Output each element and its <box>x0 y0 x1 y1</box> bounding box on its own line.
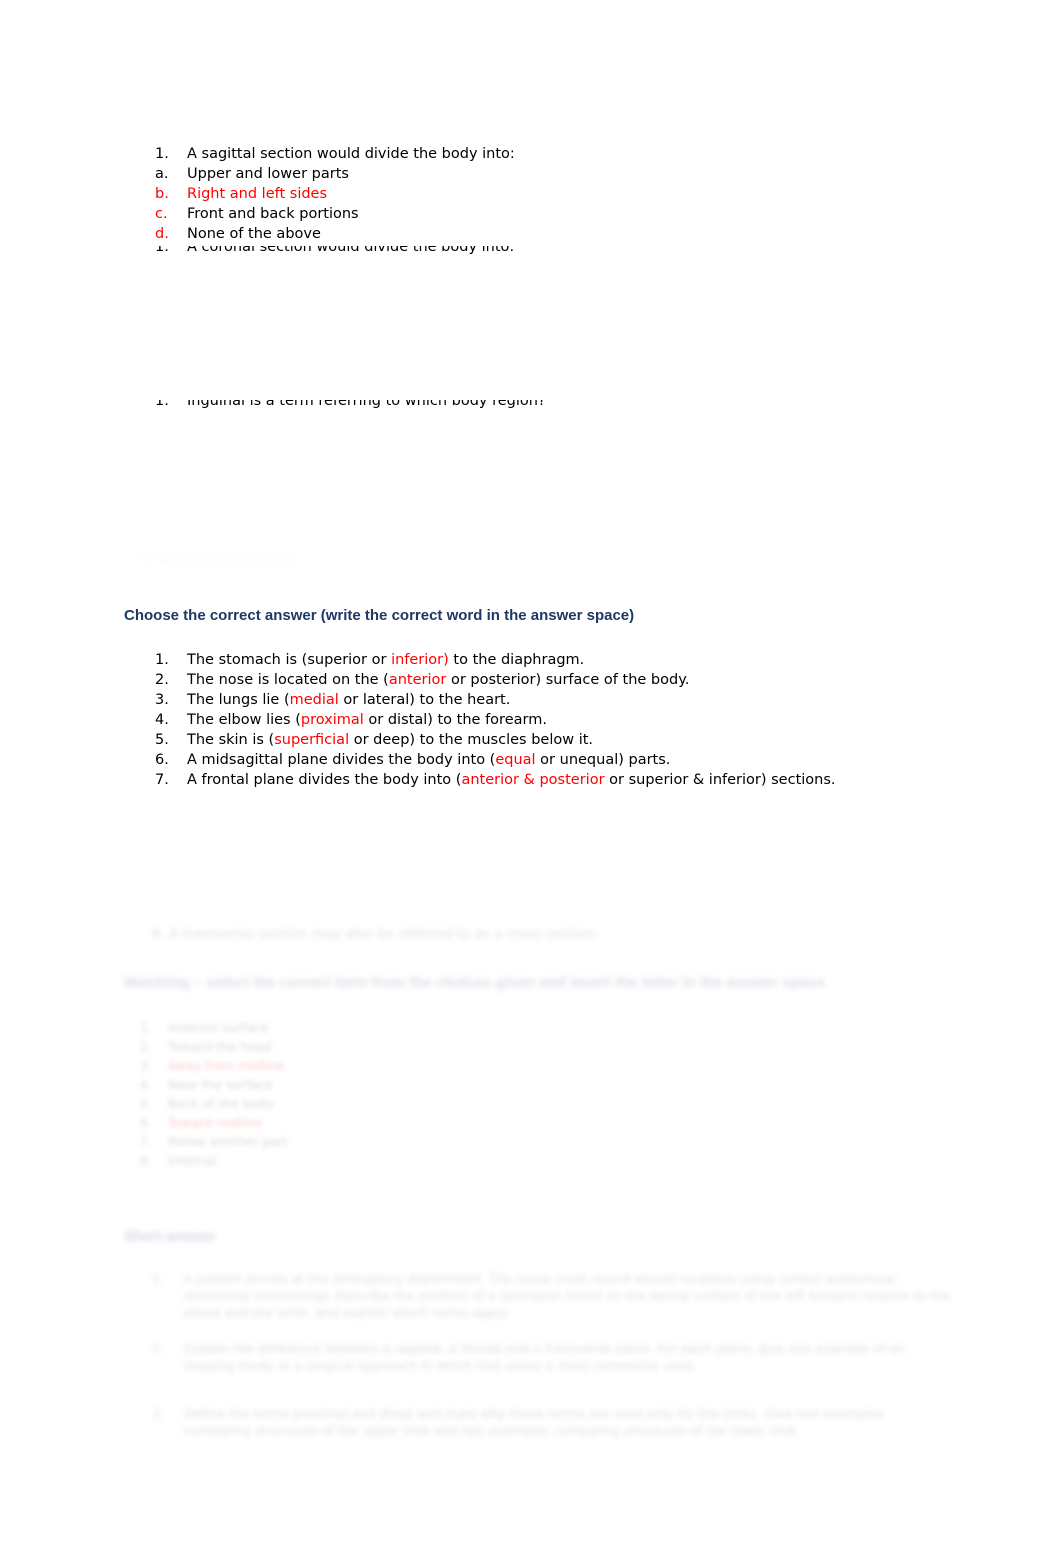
choose-item-2: 2. The nose is located on the (anterior … <box>155 670 689 690</box>
list-marker: 1. <box>155 146 169 162</box>
short-answer-text: Define the terms proximal and distal and… <box>184 1406 884 1438</box>
answer-word: inferior) <box>391 652 449 668</box>
sentence-part: The stomach is (superior or <box>187 652 392 668</box>
list-marker: 8. <box>140 1153 152 1168</box>
short-answer-text: A patient arrives at the emergency depar… <box>184 1271 951 1320</box>
sentence-part: or deep) to the muscles below it. <box>349 732 594 748</box>
sentence-part: or superior & inferior) sections. <box>604 772 836 788</box>
matching-row-8: 8. Internal <box>140 1153 216 1169</box>
answer-word: anterior <box>388 672 447 688</box>
matching-row-1: 1. Anterior surface <box>140 1020 269 1036</box>
option-text: None of the above <box>187 226 321 242</box>
answer-word: equal <box>495 752 536 768</box>
choose-item-6: 6. A midsagittal plane divides the body … <box>155 750 670 770</box>
list-marker: 3. <box>152 1406 164 1421</box>
matching-label: Anterior surface <box>168 1020 269 1035</box>
matching-row-7: 7. Below another part <box>140 1134 288 1150</box>
short-answer-item-3: 3. Define the terms proximal and distal … <box>152 1405 947 1439</box>
list-marker: 1. <box>155 400 169 409</box>
choose-item-7: 7. A frontal plane divides the body into… <box>155 770 836 790</box>
sentence-part: A frontal plane divides the body into ( <box>187 772 462 788</box>
list-marker: 4. <box>140 1077 152 1092</box>
matching-section-heading: Matching – select the correct term from … <box>124 974 826 991</box>
matching-row-4: 4. Near the surface <box>140 1077 273 1093</box>
sentence-part: or distal) to the forearm. <box>363 712 547 728</box>
question-1-option-d[interactable]: d. None of the above <box>155 224 321 244</box>
matching-label: Below another part <box>168 1134 289 1149</box>
list-marker: 5. <box>140 1096 152 1111</box>
question-text: Inguinal is a term referring to which bo… <box>187 400 546 409</box>
matching-row-6: 6. Toward midline <box>140 1115 262 1131</box>
list-marker: 2. <box>140 1039 152 1054</box>
list-marker: 4. <box>155 712 169 728</box>
matching-label: Back of the body <box>168 1096 274 1111</box>
faded-item-text: 8. A transverse section may also be refe… <box>152 926 599 942</box>
choose-item-5: 5. The skin is (superficial or deep) to … <box>155 730 593 750</box>
option-text: Upper and lower parts <box>187 166 349 182</box>
list-marker: b. <box>155 186 169 202</box>
sentence-part: The skin is ( <box>187 732 275 748</box>
choose-section-heading: Choose the correct answer (write the cor… <box>124 607 635 624</box>
matching-row-2: 2. Toward the head <box>140 1039 272 1055</box>
list-marker: d. <box>155 226 169 242</box>
short-answer-text: Explain the difference between a sagitta… <box>184 1341 906 1373</box>
question-1-stem: 1. A sagittal section would divide the b… <box>155 144 515 164</box>
sentence-part: The lungs lie ( <box>187 692 290 708</box>
matching-label: Toward the head <box>168 1039 272 1054</box>
sentence-part: or posterior) surface of the body. <box>446 672 690 688</box>
sentence-part: A midsagittal plane divides the body int… <box>187 752 496 768</box>
question-1-option-c[interactable]: c. Front and back portions <box>155 204 359 224</box>
answer-word: anterior & posterior <box>461 772 605 788</box>
list-marker: 1. <box>155 246 169 255</box>
question-1-option-a[interactable]: a. Upper and lower parts <box>155 164 349 184</box>
list-marker: 1. <box>155 652 169 668</box>
answer-word: medial <box>289 692 339 708</box>
list-marker: 5. <box>155 732 169 748</box>
matching-label: Near the surface <box>168 1077 273 1092</box>
list-marker: 7. <box>155 772 169 788</box>
question-3-stem-clipped: 1. Inguinal is a term referring to which… <box>155 400 655 411</box>
list-marker: 7. <box>140 1134 152 1149</box>
answer-word: superficial <box>274 732 350 748</box>
matching-label: Away from midline <box>168 1058 285 1073</box>
matching-label: Toward midline <box>168 1115 263 1130</box>
matching-row-3: 3. Away from midline <box>140 1058 285 1074</box>
question-text: A sagittal section would divide the body… <box>187 146 515 162</box>
matching-row-5: 5. Back of the body <box>140 1096 274 1112</box>
option-text: Front and back portions <box>187 206 359 222</box>
sentence-part: The elbow lies ( <box>187 712 301 728</box>
short-answer-item-1: 1. A patient arrives at the emergency de… <box>152 1270 952 1321</box>
list-marker: 1. <box>140 1020 152 1035</box>
sentence-part: to the diaphragm. <box>448 652 585 668</box>
answer-word: proximal <box>300 712 364 728</box>
list-marker: 2. <box>155 672 169 688</box>
matching-label: Internal <box>168 1153 217 1168</box>
list-marker: c. <box>155 206 168 222</box>
faded-choose-item-8: 8. A transverse section may also be refe… <box>152 925 599 943</box>
list-marker: 1. <box>152 1271 164 1286</box>
list-marker: a. <box>155 166 169 182</box>
short-answer-heading: Short answer <box>124 1229 216 1245</box>
choose-item-4: 4. The elbow lies (proximal or distal) t… <box>155 710 547 730</box>
document-page: 1. A sagittal section would divide the b… <box>0 0 1062 1556</box>
sentence-part: or unequal) parts. <box>535 752 671 768</box>
question-2-stem-clipped: 1. A coronal section would divide the bo… <box>155 246 655 257</box>
option-text: Right and left sides <box>187 186 328 202</box>
list-marker: 6. <box>140 1115 152 1130</box>
choose-item-1: 1. The stomach is (superior or inferior)… <box>155 650 584 670</box>
list-marker: 6. <box>155 752 169 768</box>
faded-residual-line: e. sagittal plane ventral <box>140 551 295 569</box>
short-answer-item-2: 2. Explain the difference between a sagi… <box>152 1340 942 1374</box>
question-text: A coronal section would divide the body … <box>187 246 515 255</box>
choose-item-3: 3. The lungs lie (medial or lateral) to … <box>155 690 510 710</box>
question-1-option-b[interactable]: b. Right and left sides <box>155 184 327 204</box>
list-marker: 3. <box>140 1058 152 1073</box>
list-marker: 3. <box>155 692 169 708</box>
sentence-part: The nose is located on the ( <box>187 672 389 688</box>
list-marker: 2. <box>152 1341 164 1356</box>
sentence-part: or lateral) to the heart. <box>338 692 511 708</box>
